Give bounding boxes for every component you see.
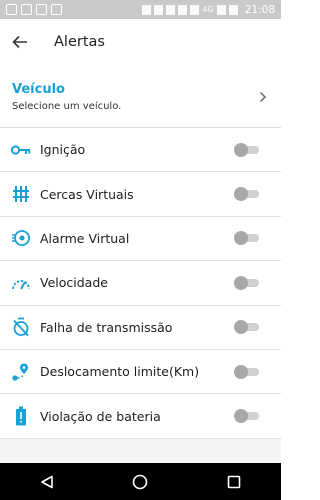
key-icon (10, 139, 32, 161)
alert-label: Violação de bateria (40, 408, 161, 424)
image-icon (36, 4, 47, 15)
battery-icon (228, 4, 238, 15)
triangle-back-icon (41, 475, 53, 488)
wifi-icon (190, 4, 200, 15)
alert-label: Ignição (40, 142, 86, 158)
alert-row-cercas-virtuais: Cercas Virtuais (0, 172, 281, 217)
alert-row-falha-transmissao: Falha de transmissão (0, 305, 281, 350)
toggle-violacao-bateria[interactable] (234, 409, 260, 424)
toggle-falha-transmissao[interactable] (234, 320, 260, 335)
battery-alert-icon (10, 405, 32, 427)
location-route-icon (10, 361, 32, 383)
instagram-icon (51, 4, 62, 15)
arrow-left-icon (12, 35, 27, 49)
app-toolbar: Alertas (0, 19, 281, 65)
speedometer-icon (10, 272, 32, 294)
image-icon (142, 4, 152, 15)
alarm-icon (10, 227, 32, 249)
toggle-ignicao[interactable] (234, 142, 260, 157)
signal-icon (216, 4, 226, 15)
nav-back-button[interactable] (27, 467, 67, 497)
circle-home-icon (133, 474, 148, 489)
nav-home-button[interactable] (120, 467, 160, 497)
toggle-velocidade[interactable] (234, 275, 260, 290)
toggle-deslocamento-limite[interactable] (234, 364, 260, 379)
alert-row-deslocamento-limite: Deslocamento limite(Km) (0, 349, 281, 395)
alert-row-velocidade: Velocidade (0, 261, 281, 306)
status-bar: 4G 21:08 (0, 0, 281, 19)
back-button[interactable] (0, 19, 42, 65)
fence-icon (10, 183, 32, 205)
bag-icon (21, 4, 32, 15)
vibrate-icon (166, 4, 176, 15)
alert-label: Falha de transmissão (40, 319, 173, 335)
email-icon (6, 4, 17, 15)
toggle-alarme-virtual[interactable] (234, 231, 260, 246)
alert-label: Alarme Virtual (40, 230, 130, 246)
vehicle-hint: Selecione um veículo. (12, 101, 122, 112)
alarm-icon (178, 4, 188, 15)
square-recents-icon (227, 475, 241, 488)
system-icons: 4G 21:08 (142, 4, 281, 16)
alert-label: Velocidade (40, 275, 108, 291)
vehicle-label: Veículo (12, 82, 65, 97)
alert-row-violacao-bateria: Violação de bateria (0, 394, 281, 439)
alert-row-ignicao: Ignição (0, 128, 281, 173)
vehicle-selector[interactable]: Veículo Selecione um veículo. (0, 65, 281, 128)
bluetooth-icon (154, 4, 164, 15)
alert-list: Ignição Cercas Virtuais Alarme Virtual V… (0, 128, 281, 439)
notification-icons (0, 4, 62, 15)
timer-off-icon (10, 316, 32, 338)
page-title: Alertas (54, 34, 105, 50)
clock: 21:08 (244, 3, 275, 16)
network-type: 4G (202, 5, 214, 14)
main-content: Veículo Selecione um veículo. Ignição Ce (0, 65, 281, 463)
alert-label: Cercas Virtuais (40, 186, 134, 202)
alert-label: Deslocamento limite(Km) (40, 364, 200, 380)
chevron-right-icon (259, 91, 267, 103)
nav-recents-button[interactable] (214, 467, 254, 497)
system-nav-bar (0, 463, 281, 500)
alert-row-alarme-virtual: Alarme Virtual (0, 216, 281, 262)
toggle-cercas-virtuais[interactable] (234, 187, 260, 202)
